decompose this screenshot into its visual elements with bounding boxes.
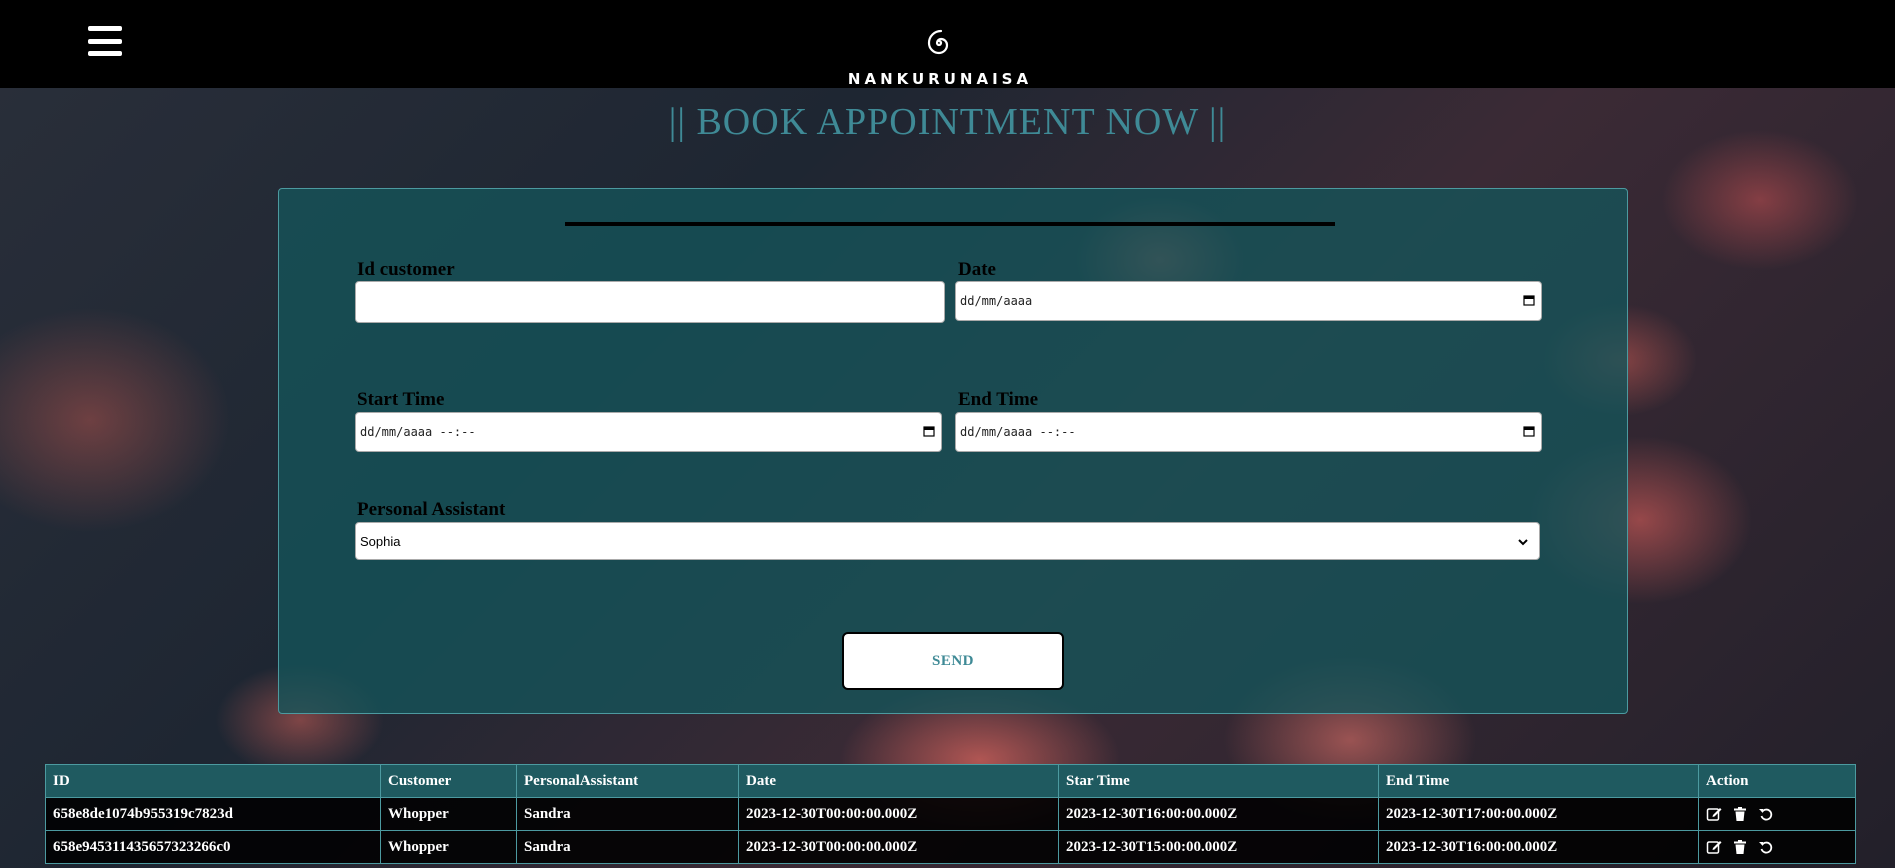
start-time-value: dd/mm/aaaa --:-- [360, 425, 476, 439]
end-time-label: End Time [958, 389, 1039, 410]
top-navbar: NANKURUNAISA [0, 0, 1895, 88]
cell-id: 658e8de1074b955319c7823d [45, 797, 381, 831]
trash-icon[interactable] [1732, 839, 1748, 855]
undo-icon[interactable] [1758, 806, 1774, 822]
cell-start-time: 2023-12-30T16:00:00.000Z [1058, 797, 1379, 831]
calendar-icon[interactable] [1523, 294, 1535, 306]
cell-assistant: Sandra [516, 797, 739, 831]
column-header-start-time: Star Time [1058, 764, 1379, 798]
chevron-down-icon [1518, 539, 1528, 546]
cell-customer: Whopper [380, 830, 517, 864]
cell-end-time: 2023-12-30T17:00:00.000Z [1378, 797, 1699, 831]
cell-date: 2023-12-30T00:00:00.000Z [738, 797, 1059, 831]
assistant-select[interactable]: Sophia [355, 522, 1540, 560]
column-header-action: Action [1698, 764, 1856, 798]
form-divider [565, 222, 1335, 226]
start-time-label: Start Time [357, 389, 445, 410]
start-time-input[interactable]: dd/mm/aaaa --:-- [355, 412, 942, 452]
cell-id: 658e9453114356573232​66c0 [45, 830, 381, 864]
table-row: 658e8de1074b955319c7823d Whopper Sandra … [45, 797, 1856, 831]
cell-start-time: 2023-12-30T15:00:00.000Z [1058, 830, 1379, 864]
hamburger-menu-icon[interactable] [88, 26, 122, 56]
column-header-id: ID [45, 764, 381, 798]
column-header-personal-assistant: PersonalAssistant [516, 764, 739, 798]
cell-actions [1698, 797, 1856, 831]
table-header-row: ID Customer PersonalAssistant Date Star … [45, 764, 1856, 798]
page-title: || BOOK APPOINTMENT NOW || [668, 101, 1227, 143]
column-header-end-time: End Time [1378, 764, 1699, 798]
undo-icon[interactable] [1758, 839, 1774, 855]
send-button[interactable]: SEND [842, 632, 1064, 690]
date-value: dd/mm/aaaa [960, 294, 1033, 308]
trash-icon[interactable] [1732, 806, 1748, 822]
edit-icon[interactable] [1706, 839, 1722, 855]
cell-date: 2023-12-30T00:00:00.000Z [738, 830, 1059, 864]
id-customer-input[interactable] [355, 281, 945, 323]
edit-icon[interactable] [1706, 806, 1722, 822]
cell-actions [1698, 830, 1856, 864]
table-row: 658e9453114356573232​66c0 Whopper Sandra… [45, 830, 1856, 864]
cell-assistant: Sandra [516, 830, 739, 864]
date-label: Date [958, 259, 996, 280]
column-header-customer: Customer [380, 764, 517, 798]
calendar-icon[interactable] [923, 425, 935, 437]
spiral-logo-icon[interactable] [922, 26, 956, 60]
end-time-value: dd/mm/aaaa --:-- [960, 425, 1076, 439]
assistant-label: Personal Assistant [357, 499, 506, 520]
column-header-date: Date [738, 764, 1059, 798]
id-customer-label: Id customer [357, 259, 455, 280]
date-input[interactable]: dd/mm/aaaa [955, 281, 1542, 321]
appointments-table: ID Customer PersonalAssistant Date Star … [45, 764, 1856, 864]
end-time-input[interactable]: dd/mm/aaaa --:-- [955, 412, 1542, 452]
cell-customer: Whopper [380, 797, 517, 831]
appointment-form-card: Id customer Date dd/mm/aaaa Start Time d… [278, 188, 1628, 714]
assistant-selected-value: Sophia [360, 533, 401, 549]
calendar-icon[interactable] [1523, 425, 1535, 437]
cell-end-time: 2023-12-30T16:00:00.000Z [1378, 830, 1699, 864]
brand-name[interactable]: NANKURUNAISA [800, 70, 1080, 88]
